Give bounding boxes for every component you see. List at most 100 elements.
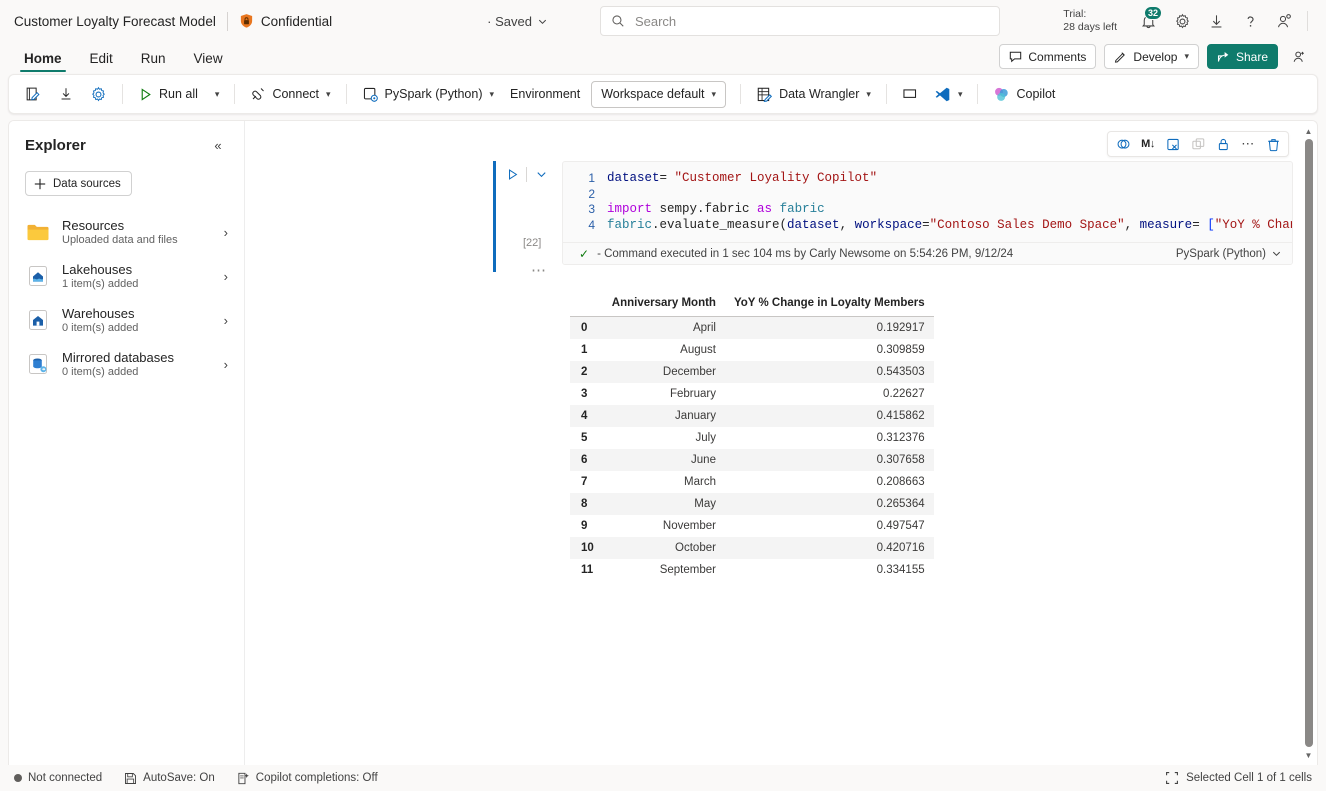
more-options-icon[interactable]: ⋯ <box>1236 133 1260 155</box>
comment-icon <box>1009 50 1022 63</box>
cell-run-controls <box>503 165 550 183</box>
run-all-button[interactable]: Run all <box>131 80 205 108</box>
mirrored-database-icon <box>25 351 51 377</box>
chevron-down-icon <box>1271 248 1282 259</box>
checkmark-icon: ✓ <box>579 247 589 261</box>
tab-run[interactable]: Run <box>131 51 176 72</box>
table-row: 2 December 0.543503 <box>570 361 934 383</box>
tab-home[interactable]: Home <box>14 51 72 72</box>
row-month: June <box>603 449 725 471</box>
copilot-completions-status[interactable]: Copilot completions: Off <box>237 772 378 785</box>
chevron-right-icon: › <box>224 269 232 284</box>
selection-frame-icon <box>1165 771 1179 785</box>
kernel-selector[interactable]: PySpark (Python) ▾ <box>355 80 502 108</box>
sensitivity-text: Confidential <box>261 14 332 29</box>
row-month: May <box>603 493 725 515</box>
scrollbar-track[interactable] <box>1302 137 1315 749</box>
code-line: 4 fabric.evaluate_measure(dataset, works… <box>563 218 1292 234</box>
code-line: 2 <box>563 187 1292 203</box>
connection-status[interactable]: Not connected <box>14 772 102 784</box>
table-row: 4 January 0.415862 <box>570 405 934 427</box>
explorer-item-text: Resources Uploaded data and files <box>62 218 178 246</box>
explorer-item-text: Warehouses 0 item(s) added <box>62 306 138 334</box>
table-row: 6 June 0.307658 <box>570 449 934 471</box>
code-editor[interactable]: 1 dataset= "Customer Loyality Copilot" 2… <box>563 162 1292 242</box>
row-value: 0.208663 <box>725 471 934 493</box>
scroll-down-arrow-icon[interactable]: ▼ <box>1305 749 1313 761</box>
copilot-button[interactable]: Copilot <box>986 80 1062 108</box>
notebook-settings-button[interactable] <box>83 80 114 108</box>
save-as-notebook-button[interactable] <box>17 80 49 108</box>
sidebar-item-mirrored-databases[interactable]: Mirrored databases 0 item(s) added › <box>9 342 244 386</box>
selection-label: Selected Cell 1 of 1 cells <box>1186 772 1312 784</box>
share-button[interactable]: Share <box>1207 44 1278 69</box>
shield-lock-icon <box>239 13 254 29</box>
lock-cell-icon[interactable] <box>1211 133 1235 155</box>
sidebar-item-warehouses[interactable]: Warehouses 0 item(s) added › <box>9 298 244 342</box>
run-all-label: Run all <box>159 87 198 101</box>
row-index: 2 <box>570 361 603 383</box>
row-value: 0.309859 <box>725 339 934 361</box>
manage-access-button[interactable] <box>1286 44 1312 69</box>
run-all-dropdown[interactable]: ▾ <box>207 80 227 108</box>
command-divider <box>122 84 123 104</box>
autosave-status[interactable]: AutoSave: On <box>124 772 215 785</box>
title-divider <box>227 12 228 31</box>
download-icon <box>1208 13 1225 30</box>
save-disk-icon <box>124 772 137 785</box>
tab-view[interactable]: View <box>184 51 233 72</box>
feedback-button[interactable] <box>1267 4 1301 38</box>
vscode-button[interactable]: ▾ <box>927 80 970 108</box>
notebook-scrollbar[interactable]: ▲ ▼ <box>1302 125 1315 761</box>
command-divider <box>740 84 741 104</box>
run-cell-button[interactable] <box>503 165 521 183</box>
row-month: September <box>603 559 725 581</box>
row-month: August <box>603 339 725 361</box>
scroll-up-arrow-icon[interactable]: ▲ <box>1305 125 1313 137</box>
delete-cell-icon[interactable] <box>1261 133 1285 155</box>
row-value: 0.334155 <box>725 559 934 581</box>
trial-line-1: Trial: <box>1063 8 1117 21</box>
add-cell-dots[interactable]: ⋯ <box>531 261 547 279</box>
cell-language-selector[interactable]: PySpark (Python) <box>1176 248 1282 260</box>
row-month: November <box>603 515 725 537</box>
comments-button[interactable]: Comments <box>999 44 1096 69</box>
clear-output-icon[interactable] <box>1161 133 1185 155</box>
duplicate-cell-icon[interactable] <box>1186 133 1210 155</box>
environment-selector[interactable]: Workspace default ▾ <box>591 81 726 108</box>
toggle-theme-icon[interactable] <box>1111 133 1135 155</box>
collapse-explorer-button[interactable]: « <box>206 133 230 157</box>
notifications-button[interactable]: 32 <box>1131 4 1165 38</box>
develop-button[interactable]: Develop ▾ <box>1104 44 1199 69</box>
settings-button[interactable] <box>1165 4 1199 38</box>
download-notebook-button[interactable] <box>51 80 81 108</box>
row-index: 6 <box>570 449 603 471</box>
search-input[interactable] <box>633 13 989 30</box>
sidebar-item-resources[interactable]: Resources Uploaded data and files › <box>9 210 244 254</box>
add-data-sources-button[interactable]: Data sources <box>25 171 132 196</box>
command-divider <box>886 84 887 104</box>
explorer-item-sub: Uploaded data and files <box>62 234 178 246</box>
help-button[interactable] <box>1233 4 1267 38</box>
kernel-icon <box>362 86 379 103</box>
cell-language-label: PySpark (Python) <box>1176 248 1266 260</box>
search-box[interactable] <box>600 6 1000 36</box>
connect-button[interactable]: Connect ▾ <box>243 80 337 108</box>
data-wrangler-label: Data Wrangler <box>779 87 859 101</box>
save-status-dropdown[interactable]: · Saved <box>487 14 548 29</box>
table-row: 0 April 0.192917 <box>570 317 934 340</box>
connect-label: Connect <box>272 87 319 101</box>
titlebar-divider <box>1307 11 1308 31</box>
monitor-button[interactable] <box>895 80 925 108</box>
data-wrangler-button[interactable]: Data Wrangler ▾ <box>749 80 878 108</box>
convert-to-markdown-icon[interactable]: M↓ <box>1136 133 1160 155</box>
copilot-completions-label: Copilot completions: Off <box>256 772 378 784</box>
collapse-cell-button[interactable] <box>532 165 550 183</box>
output-dataframe-table: Anniversary Month YoY % Change in Loyalt… <box>570 291 934 581</box>
scrollbar-thumb[interactable] <box>1305 139 1313 747</box>
tab-edit[interactable]: Edit <box>80 51 123 72</box>
sidebar-item-lakehouses[interactable]: Lakehouses 1 item(s) added › <box>9 254 244 298</box>
download-button[interactable] <box>1199 4 1233 38</box>
person-feedback-icon <box>1276 13 1293 30</box>
sensitivity-label-button[interactable]: Confidential <box>239 13 332 29</box>
